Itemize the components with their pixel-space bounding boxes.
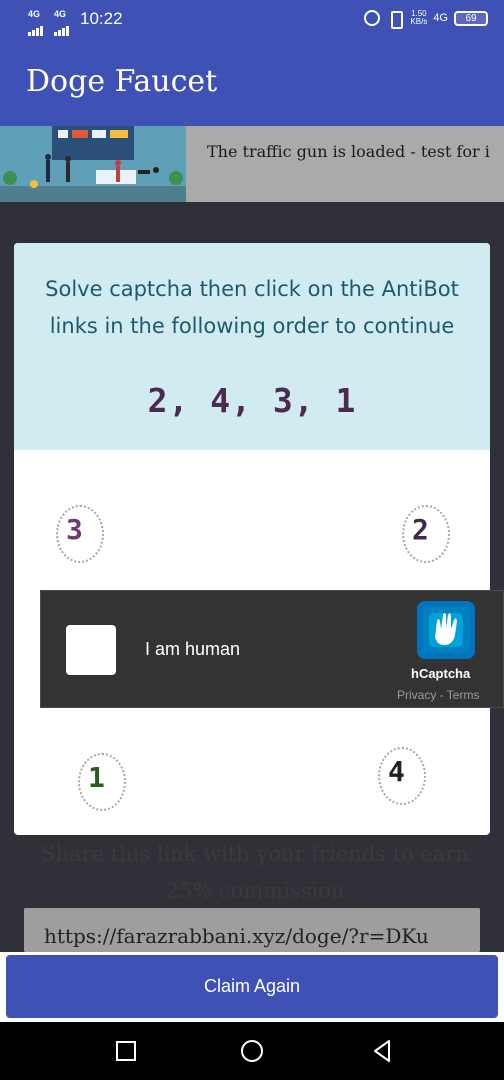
ad-banner[interactable]: The traffic gun is loaded - test for i — [0, 126, 504, 202]
home-icon[interactable] — [240, 1039, 264, 1063]
referral-link-field[interactable]: https://farazrabbani.xyz/doge/?r=DKu — [24, 908, 480, 952]
hcaptcha-checkbox-label: I am human — [145, 639, 241, 659]
app-bar: Doge Faucet — [0, 40, 504, 126]
alarm-icon — [364, 10, 381, 26]
claim-bar: Claim Again — [0, 952, 504, 1022]
battery-icon: 69 — [454, 10, 488, 26]
ad-illustration-graphic — [0, 126, 186, 202]
nav-bar — [0, 1022, 504, 1080]
network-type: 4G — [433, 12, 448, 24]
modal-header: Solve captcha then click on the AntiBot … — [14, 243, 490, 450]
app-title: Doge Faucet — [26, 64, 218, 99]
net-speed: 1.50 KB/s — [410, 10, 427, 26]
vibrate-icon — [386, 11, 404, 29]
ad-illustration — [0, 126, 186, 202]
back-icon[interactable] — [370, 1039, 394, 1063]
status-bar: 4G 4G 10:22 1.50 KB/s 4G 69 — [0, 0, 504, 40]
battery-level: 69 — [465, 12, 477, 24]
hcaptcha-checkbox[interactable] — [66, 625, 116, 675]
antibot-modal: Solve captcha then click on the AntiBot … — [14, 243, 490, 835]
referral-text: Share this link with your friends to ear… — [41, 842, 469, 903]
signal-icon — [54, 18, 70, 36]
status-time: 10:22 — [80, 9, 123, 28]
modal-instructions: Solve captcha then click on the AntiBot … — [45, 277, 459, 338]
claim-again-button[interactable]: Claim Again — [6, 955, 498, 1018]
ad-text: The traffic gun is loaded - test for i — [207, 142, 490, 161]
antibot-link-4[interactable]: 4 — [378, 747, 426, 805]
hcaptcha-widget: I am human hCaptcha Privacy - Terms — [40, 590, 504, 708]
recents-icon[interactable] — [114, 1039, 138, 1063]
hcaptcha-brand: hCaptcha — [411, 666, 471, 681]
hcaptcha-privacy-terms[interactable]: Privacy - Terms — [397, 688, 479, 702]
antibot-link-3[interactable]: 3 — [56, 505, 104, 563]
status-right: 1.50 KB/s 4G 69 — [364, 10, 488, 29]
antibot-link-2[interactable]: 2 — [402, 505, 450, 563]
referral-link: https://farazrabbani.xyz/doge/?r=DKu — [44, 924, 429, 948]
antibot-order: 2, 4, 3, 1 — [147, 381, 357, 420]
antibot-link-1[interactable]: 1 — [78, 753, 126, 811]
hcaptcha-logo-icon — [417, 601, 475, 659]
signal-icon — [28, 18, 44, 36]
net-speed-unit: KB/s — [410, 17, 428, 26]
